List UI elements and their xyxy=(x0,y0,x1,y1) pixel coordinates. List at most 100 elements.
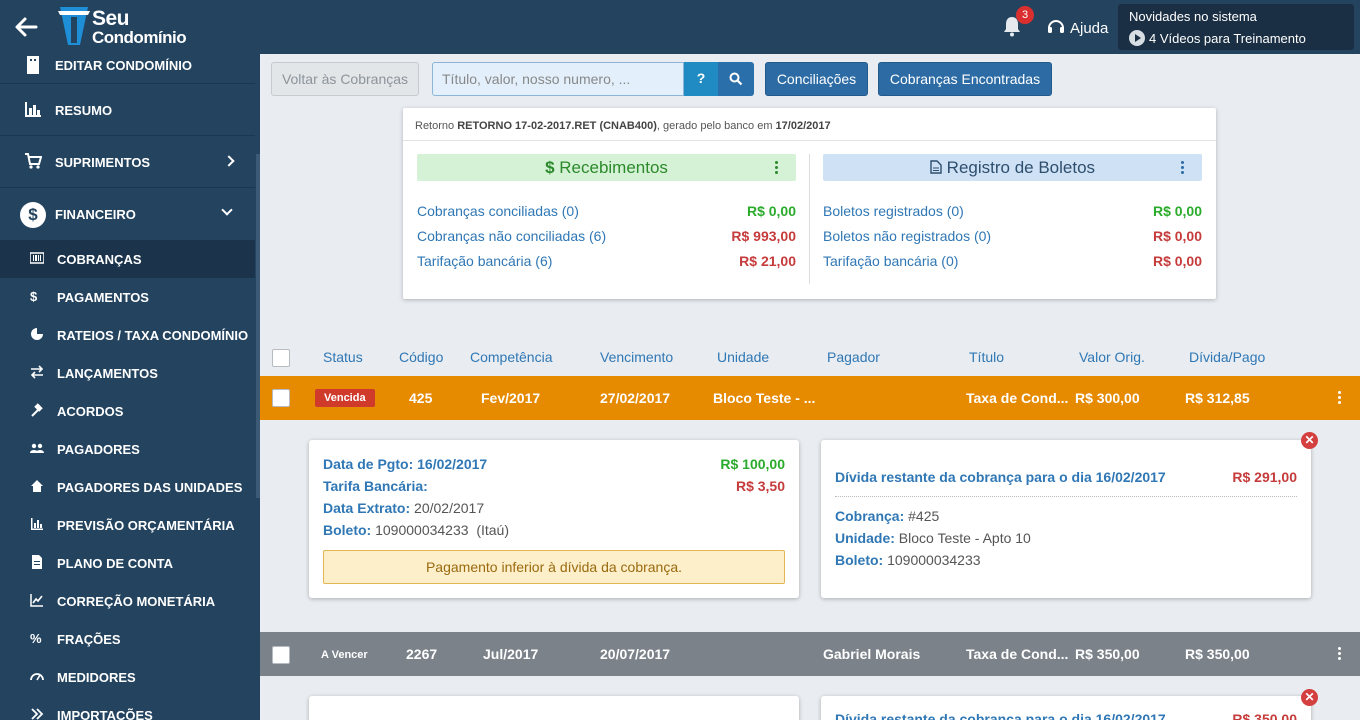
close-icon[interactable]: ✕ xyxy=(1301,689,1318,706)
top-bar: Seu Condomínio 3 Ajuda Novidades no sist… xyxy=(0,0,1360,54)
cell-competencia: Jul/2017 xyxy=(483,646,539,662)
exchange-icon xyxy=(30,365,44,379)
cell-competencia: Fev/2017 xyxy=(481,390,541,406)
bar-chart-icon xyxy=(25,102,41,117)
table-row[interactable]: A Vencer 2267 Jul/2017 20/07/2017 Gabrie… xyxy=(260,632,1360,676)
sidebar-subitem-lancamentos[interactable]: Lançamentos xyxy=(0,354,255,392)
boleto-line: Boleto: 109000034233 (Itaú) xyxy=(323,522,509,538)
table-row[interactable]: Vencida 425 Fev/2017 27/02/2017 Bloco Te… xyxy=(260,376,1360,420)
bank-fee-line: Tarifa Bancária: xyxy=(323,478,428,494)
home-icon xyxy=(31,480,43,492)
notification-count-badge: 3 xyxy=(1016,6,1034,24)
sidebar-subitem-rateios[interactable]: Rateios / Taxa Condomínio xyxy=(0,316,255,354)
summary-row[interactable]: Tarifação bancária (0) R$ 0,00 xyxy=(823,253,1202,278)
column-header-competencia[interactable]: Competência xyxy=(470,349,553,365)
search-button[interactable] xyxy=(718,62,754,96)
row-menu-icon[interactable] xyxy=(1338,647,1341,662)
close-icon[interactable]: ✕ xyxy=(1301,432,1318,449)
recebimentos-title: $ Recebimentos xyxy=(417,154,796,181)
sidebar-subitem-previsao[interactable]: Previsão Orçamentária xyxy=(0,506,255,544)
help-link[interactable]: Ajuda xyxy=(1046,17,1108,37)
row-checkbox[interactable] xyxy=(272,646,290,664)
sidebar-item-financeiro[interactable]: $ Financeiro xyxy=(0,188,255,240)
sidebar-item-resumo[interactable]: Resumo xyxy=(0,84,255,136)
back-to-charges-button[interactable]: Voltar às Cobranças xyxy=(271,62,419,96)
debt-title: Dívida restante da cobrança para o dia 1… xyxy=(835,711,1166,720)
sidebar-subitem-acordos[interactable]: Acordos xyxy=(0,392,255,430)
pie-chart-icon xyxy=(31,328,43,340)
cobrancas-encontradas-button[interactable]: Cobranças Encontradas xyxy=(878,62,1052,96)
sidebar-subitem-label: Rateios / Taxa Condomínio xyxy=(57,328,249,343)
search-input[interactable]: Título, valor, nosso numero, ... xyxy=(432,62,684,96)
sidebar-subitem-label: Lançamentos xyxy=(57,366,158,381)
summary-row[interactable]: Cobranças não conciliadas (6) R$ 993,00 xyxy=(417,228,796,253)
cart-icon xyxy=(25,153,42,169)
line-chart-icon xyxy=(30,594,43,607)
cell-pagador: Gabriel Morais xyxy=(823,646,921,662)
headset-icon xyxy=(1048,20,1064,33)
column-header-titulo[interactable]: Título xyxy=(969,349,1004,365)
sidebar-item-label: Financeiro xyxy=(55,207,136,222)
news-title: Novidades no sistema xyxy=(1129,9,1257,24)
back-arrow-icon[interactable] xyxy=(12,13,40,41)
column-header-pagador[interactable]: Pagador xyxy=(827,349,880,365)
cell-divida: R$ 312,85 xyxy=(1185,390,1250,406)
sidebar-subitem-label: Pagadores das Unidades xyxy=(57,480,243,495)
status-badge: Vencida xyxy=(315,389,375,407)
registro-boletos-panel: Registro de Boletos Boletos registrados … xyxy=(823,154,1202,278)
sidebar-subitem-pagamentos[interactable]: $ Pagamentos xyxy=(0,278,255,316)
debt-cobranca-line: Cobrança: #425 xyxy=(835,508,940,524)
select-all-checkbox[interactable] xyxy=(272,349,290,367)
brand-logo[interactable]: Seu Condomínio xyxy=(54,5,194,49)
sidebar-subitem-label: Cobranças xyxy=(57,252,142,267)
cell-vencimento: 20/07/2017 xyxy=(600,646,671,662)
sidebar-subitem-pagadores[interactable]: Pagadores xyxy=(0,430,255,468)
summary-row[interactable]: Boletos não registrados (0) R$ 0,00 xyxy=(823,228,1202,253)
sidebar-subitem-medidores[interactable]: Medidores xyxy=(0,658,255,696)
column-header-divida-pago[interactable]: Dívida/Pago xyxy=(1189,349,1265,365)
summary-row[interactable]: Boletos registrados (0) R$ 0,00 xyxy=(823,203,1202,228)
sidebar-subitem-plano-conta[interactable]: Plano de Conta xyxy=(0,544,255,582)
conciliacoes-button[interactable]: Conciliações xyxy=(765,62,868,96)
search-help-button[interactable]: ? xyxy=(684,62,718,96)
chevron-down-icon xyxy=(221,204,233,216)
status-badge: A Vencer xyxy=(321,649,368,661)
sidebar-subitem-correcao[interactable]: Correção Monetária xyxy=(0,582,255,620)
column-header-vencimento[interactable]: Vencimento xyxy=(600,349,673,365)
search-icon xyxy=(729,72,743,86)
sidebar-subitem-label: Plano de Conta xyxy=(57,556,174,571)
return-file-info: Retorno RETORNO 17-02-2017.RET (CNAB400)… xyxy=(415,120,831,132)
row-checkbox[interactable] xyxy=(272,389,290,407)
building-icon xyxy=(27,56,39,74)
play-icon xyxy=(1129,30,1145,46)
sidebar-subitem-label: Correção Monetária xyxy=(57,594,216,609)
summary-row[interactable]: Cobranças conciliadas (0) R$ 0,00 xyxy=(417,203,796,228)
dollar-icon: $ xyxy=(545,158,555,177)
sidebar-item-editar-condominio[interactable]: Editar Condomínio xyxy=(0,54,255,84)
sidebar-subitem-cobrancas[interactable]: Cobranças xyxy=(0,240,255,278)
news-panel[interactable]: Novidades no sistema 4 Vídeos para Trein… xyxy=(1118,4,1354,50)
column-header-status[interactable]: Status xyxy=(323,349,363,365)
cell-codigo: 2267 xyxy=(406,646,438,662)
sidebar-subitem-label: Importações xyxy=(57,708,153,720)
sidebar-item-suprimentos[interactable]: Suprimentos xyxy=(0,136,255,188)
sidebar-subitem-importacoes[interactable]: Importações xyxy=(0,696,255,720)
row-detail: Data de Pgto: 16/02/2017 R$ 100,00 Tarif… xyxy=(260,420,1360,632)
row-menu-icon[interactable] xyxy=(1338,391,1341,406)
column-header-codigo[interactable]: Código xyxy=(399,349,443,365)
brand-line2: Condomínio xyxy=(92,28,187,47)
training-videos-link[interactable]: 4 Vídeos para Treinamento xyxy=(1129,30,1306,46)
sidebar-subitem-fracoes[interactable]: % Frações xyxy=(0,620,255,658)
sidebar-subitem-pagadores-unidades[interactable]: Pagadores das Unidades xyxy=(0,468,255,506)
dollar-sign-icon: $ xyxy=(30,289,38,304)
dollar-icon: $ xyxy=(20,202,46,228)
column-header-unidade[interactable]: Unidade xyxy=(717,349,769,365)
underpayment-warning: Pagamento inferior à dívida da cobrança. xyxy=(323,550,785,584)
help-label: Ajuda xyxy=(1070,20,1109,37)
cell-valor: R$ 300,00 xyxy=(1075,390,1140,406)
sidebar: Editar Condomínio Resumo Suprimentos $ F… xyxy=(0,54,260,720)
column-header-valor-orig[interactable]: Valor Orig. xyxy=(1079,349,1145,365)
recebimentos-menu-icon[interactable] xyxy=(775,161,778,174)
registro-menu-icon[interactable] xyxy=(1181,161,1184,174)
summary-row[interactable]: Tarifação bancária (6) R$ 21,00 xyxy=(417,253,796,278)
